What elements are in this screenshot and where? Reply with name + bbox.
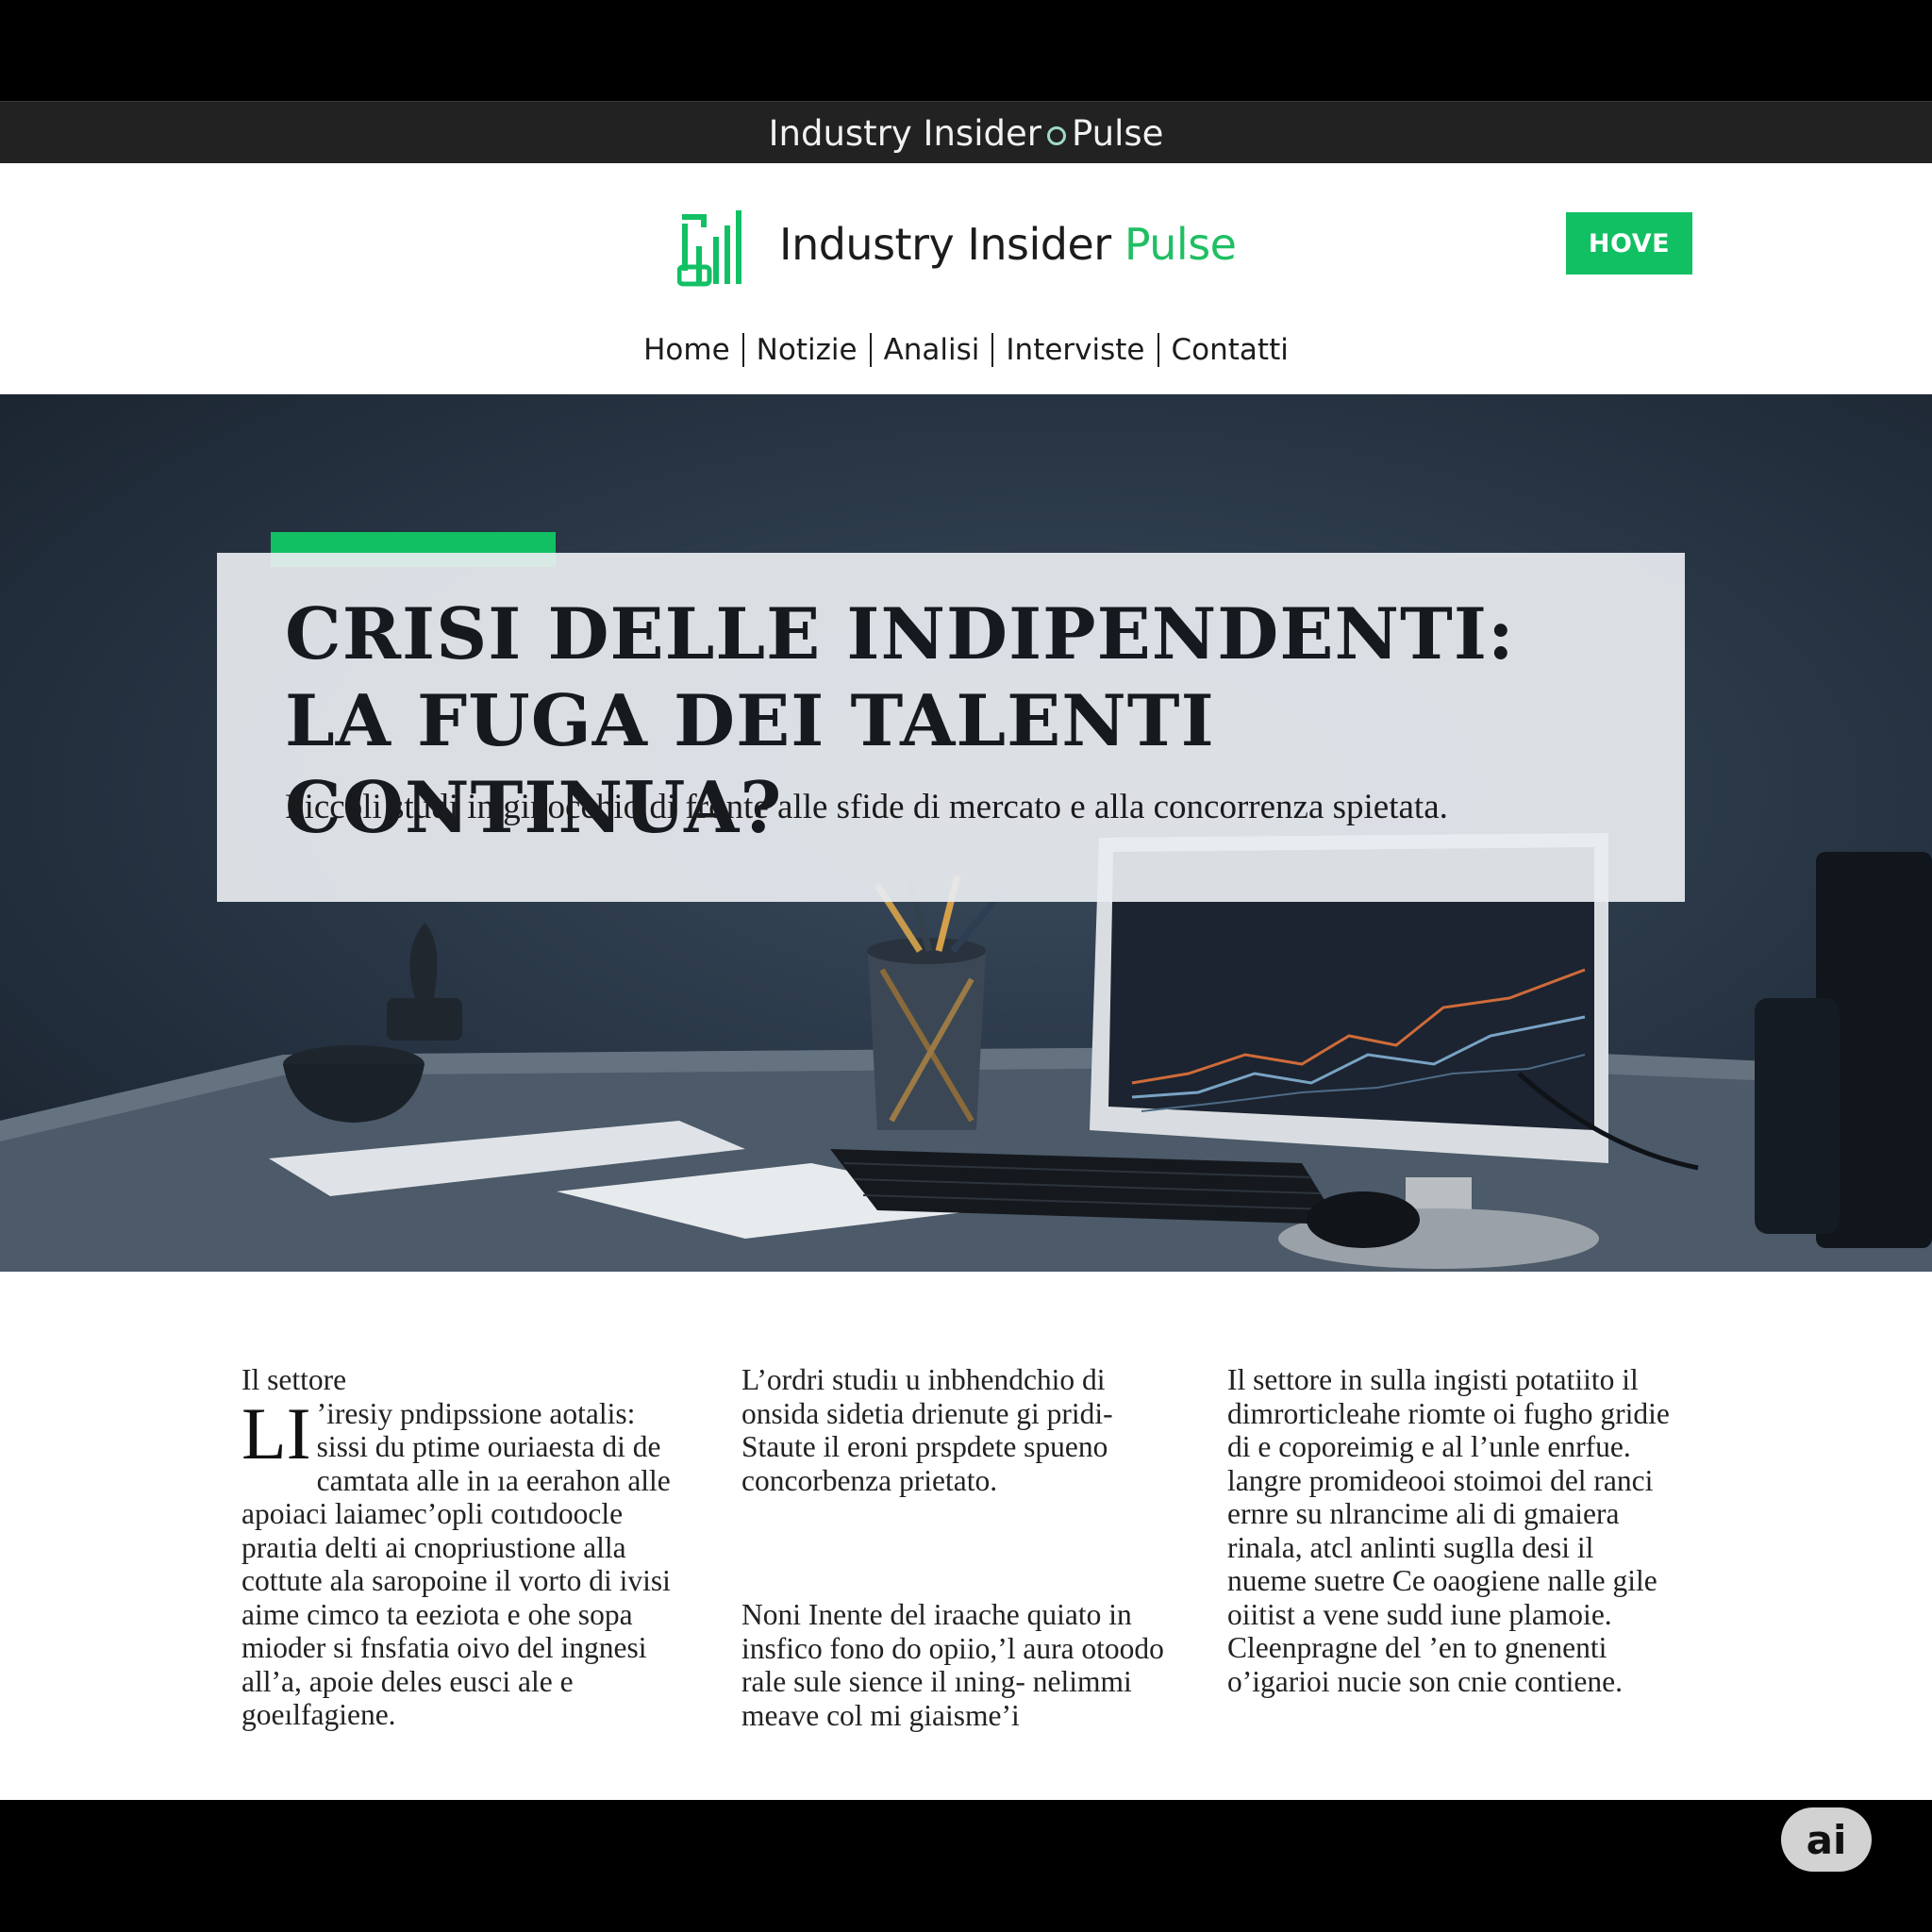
web-page: Industry Insider Pulse HOVE Home Notizie… [0, 163, 1932, 1800]
bar-chart-logo-icon [677, 210, 741, 287]
article-column-1: Il settore LI ’iresiy pndipssione aotali… [242, 1363, 690, 1732]
bottom-letterbox [0, 1800, 1932, 1932]
hero-banner: CRISI DELLE INDIPENDENTI: LA FUGA DEI TA… [0, 394, 1932, 1272]
nav-item-home[interactable]: Home [631, 333, 742, 367]
nav-item-notizie[interactable]: Notizie [744, 333, 870, 367]
title-separator-icon [1046, 126, 1066, 145]
main-nav: Home Notizie Analisi Interviste Contatti [0, 328, 1932, 372]
column-2-paragraph-2: Noni Inente del iraache quiato in insfic… [741, 1598, 1164, 1732]
window-title-right: Pulse [1071, 112, 1164, 154]
column-3-paragraph: Il settore in sulla ingisti potatiito il… [1227, 1363, 1670, 1698]
article-column-2: L’ordri studiı u inbhendchio di onsida s… [741, 1363, 1190, 1732]
column-1-paragraph: LI ’iresiy pndipssione aotalis: sissi du… [242, 1391, 690, 1732]
window-title-bar: Industry Insider Pulse [0, 101, 1932, 164]
site-name-main: Industry Insider [779, 219, 1111, 270]
headline-line-1: CRISI DELLE INDIPENDENTI: [285, 592, 1515, 675]
nav-item-interviste[interactable]: Interviste [993, 333, 1157, 367]
article-subhead: Piccoli studi in ginocchio di fronte all… [285, 788, 1448, 826]
site-logo[interactable]: Industry Insider Pulse [677, 201, 1237, 288]
window-title-left: Industry Insider [768, 112, 1041, 154]
nav-item-contatti[interactable]: Contatti [1159, 333, 1301, 367]
drop-cap: LI [242, 1391, 311, 1474]
site-name-accent: Pulse [1124, 219, 1237, 270]
header-cta-button[interactable]: HOVE [1566, 212, 1692, 275]
column-1-heading: Il settore [242, 1363, 347, 1396]
nav-item-analisi[interactable]: Analisi [872, 333, 992, 367]
article-column-3: Il settore in sulla ingisti potatiito il… [1227, 1363, 1675, 1698]
ai-badge[interactable]: ai [1781, 1807, 1872, 1872]
headline-card: CRISI DELLE INDIPENDENTI: LA FUGA DEI TA… [217, 553, 1685, 902]
top-letterbox [0, 0, 1932, 101]
site-name: Industry Insider Pulse [779, 219, 1237, 270]
column-2-paragraph-1: L’ordri studiı u inbhendchio di onsida s… [741, 1363, 1113, 1497]
